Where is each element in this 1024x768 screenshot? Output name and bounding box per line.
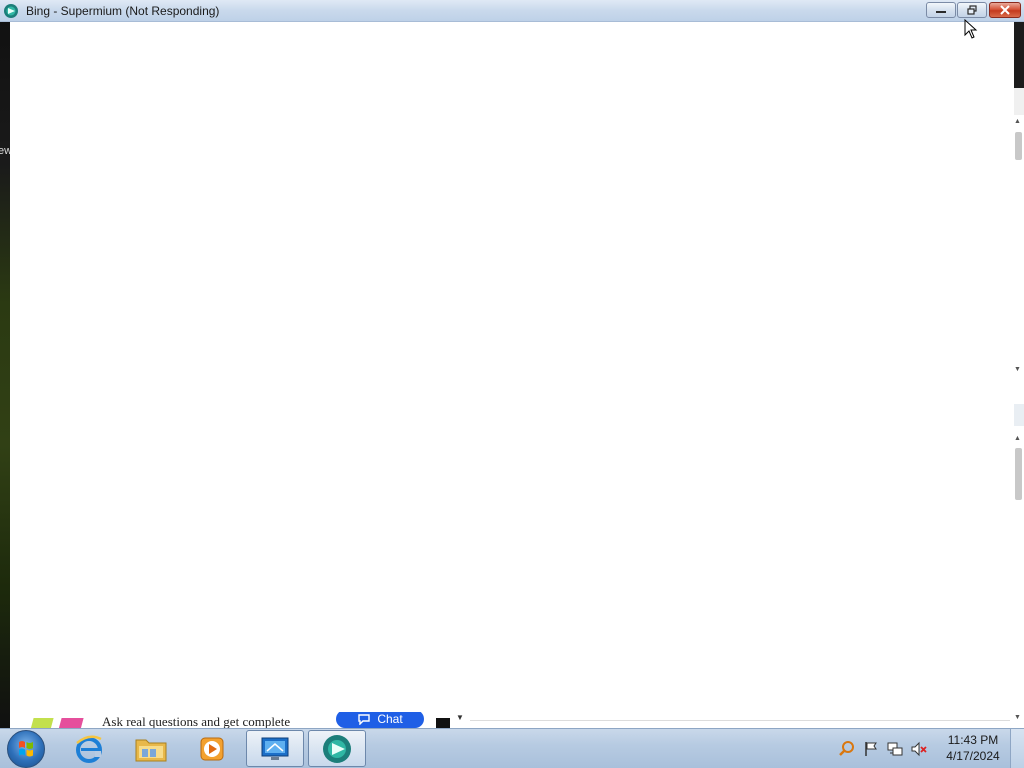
right-edge-strip: ▲ ▼ ▲ ▼ [1014,22,1024,728]
taskbar-item-internet-explorer[interactable] [60,730,118,767]
taskbar-item-supermium[interactable] [308,730,366,767]
edge-light-segment [1014,88,1024,115]
dark-square [436,718,450,728]
taskbar-item-file-explorer[interactable] [122,730,180,767]
remote-desktop-icon [261,737,289,760]
action-center-flag-icon[interactable] [862,740,880,758]
search-icon[interactable] [838,740,856,758]
supermium-app-icon[interactable] [3,3,19,19]
pink-tile [58,718,84,728]
taskbar-item-remote-desktop[interactable] [246,730,304,767]
mouse-cursor-icon [964,19,978,39]
network-icon[interactable] [886,740,904,758]
browser-content-area[interactable] [10,22,1014,728]
window-titlebar[interactable]: Bing - Supermium (Not Responding) [0,0,1024,22]
scroll-down-arrow-icon[interactable]: ▼ [1014,714,1021,721]
taskbar: 11:43 PM 4/17/2024 [0,728,1024,768]
supermium-icon [323,734,351,763]
restore-icon [967,5,977,15]
start-button[interactable] [7,730,45,768]
scroll-up-arrow-icon[interactable]: ▲ [1014,118,1021,125]
media-player-icon [200,737,224,760]
restore-button[interactable] [957,2,987,18]
volume-muted-icon[interactable] [910,740,928,758]
minimize-button[interactable] [926,2,956,18]
scroll-down-arrow-icon[interactable]: ▼ [1014,366,1021,373]
edge-pale-segment [1014,404,1024,426]
dropdown-arrow-icon[interactable]: ▼ [456,713,464,722]
taskbar-clock[interactable]: 11:43 PM 4/17/2024 [940,732,1006,764]
clock-time: 11:43 PM [947,733,999,747]
ie-icon [76,735,102,763]
chat-button[interactable]: Chat [336,712,424,728]
close-icon [1000,5,1010,15]
desktop-background [0,22,10,728]
edge-dark-segment [1014,22,1024,88]
close-button[interactable] [989,2,1021,18]
window-title: Bing - Supermium (Not Responding) [26,4,220,18]
windows-logo-icon [19,741,33,757]
chat-label: Chat [377,712,403,726]
chat-icon [358,714,371,725]
system-tray [838,737,928,761]
scroll-up-arrow-icon[interactable]: ▲ [1014,435,1021,442]
taskbar-item-media-player[interactable] [183,730,241,767]
clock-date: 4/17/2024 [946,749,1000,763]
folder-icon [135,739,167,761]
scrollbar-thumb[interactable] [1015,448,1022,500]
scrollbar-thumb[interactable] [1015,132,1022,160]
page-peek-text: Ask real questions and get complete [102,714,291,728]
divider [470,720,1010,721]
show-desktop-button[interactable] [1010,729,1024,768]
minimize-icon [936,11,946,13]
page-peek-strip: Ask real questions and get complete Chat… [10,712,1014,728]
green-tile [30,718,54,728]
